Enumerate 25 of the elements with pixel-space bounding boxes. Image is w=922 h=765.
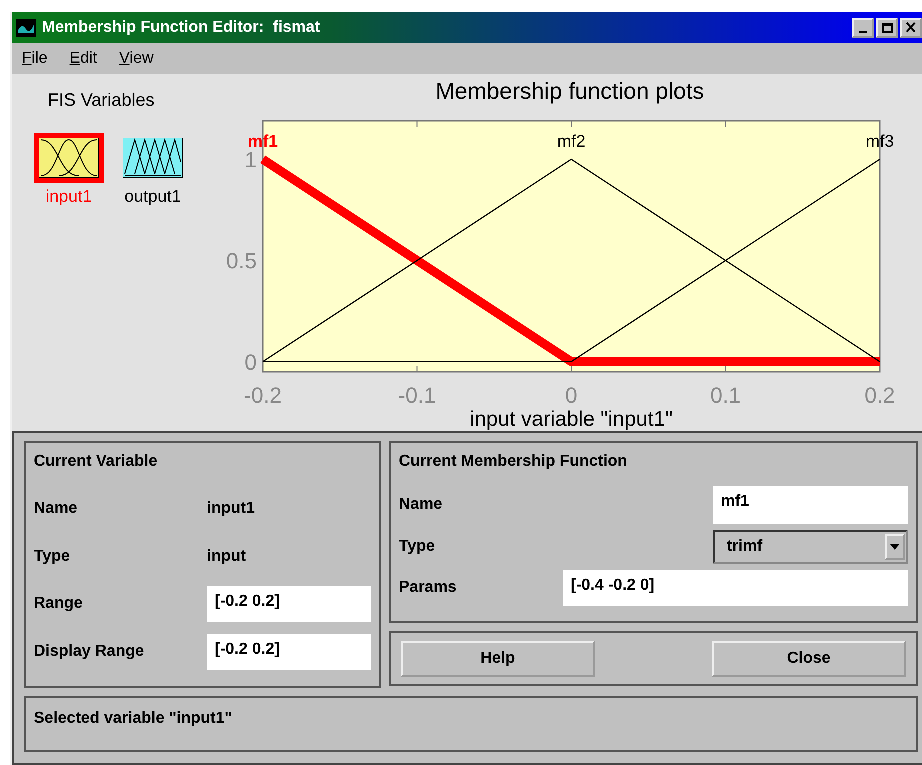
panel-title: Current Variable [34,453,159,471]
x-tick-label: 0 [565,383,578,408]
x-tick-label: -0.2 [244,383,282,408]
panel-title: Current Membership Function [399,453,628,471]
x-axis-label: input variable "input1" [470,408,673,431]
field-label: Display Range [34,643,146,662]
x-tick-label: 0.1 [710,383,742,408]
x-tick-label: -0.1 [398,383,436,408]
field-label: Type [399,538,436,556]
window-title: Membership Function Editor: fismat [42,18,322,36]
field-label: Name [399,496,443,514]
field-label: Type [34,548,72,566]
field-value: input1 [207,500,255,518]
series-label: mf3 [866,132,894,151]
field-label: Name [34,500,79,518]
field-value: input [207,548,246,566]
series-label: mf2 [557,132,586,151]
y-tick-label: 0.5 [226,248,257,274]
section-title: FIS Variables [48,90,155,111]
field-label: Range [34,595,84,614]
chart-title: Membership function plots [436,78,704,104]
x-tick-label: 0.2 [864,383,896,408]
status-text: Selected variable "input1" [34,710,232,727]
field-label: Params [399,579,457,597]
y-tick-label: 0 [244,350,257,375]
